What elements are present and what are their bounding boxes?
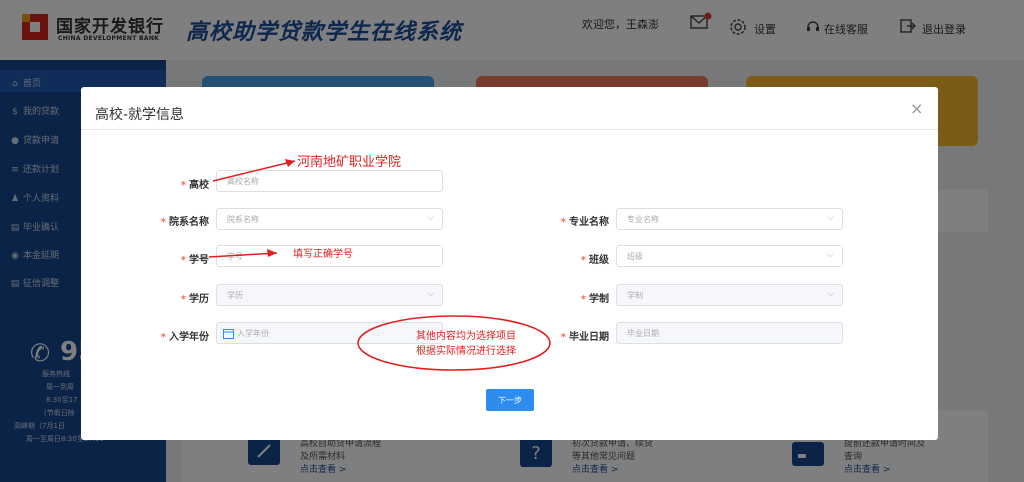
annotation-select-note: 根据实际情况进行选择 bbox=[416, 346, 516, 357]
annotation-student-id-hint: 填写正确学号 bbox=[293, 249, 353, 260]
annotation-overlay bbox=[208, 159, 551, 371]
education-info-dialog: 高校-就学信息 × * 高校 高校名称 * 院系名称 院系名称 ⌵ * 专业名称 专业名… bbox=[81, 87, 938, 440]
annotation-select-note: 其他内容均为选择项目 bbox=[416, 331, 516, 342]
annotation-school-name: 河南地矿职业学院 bbox=[297, 155, 402, 170]
